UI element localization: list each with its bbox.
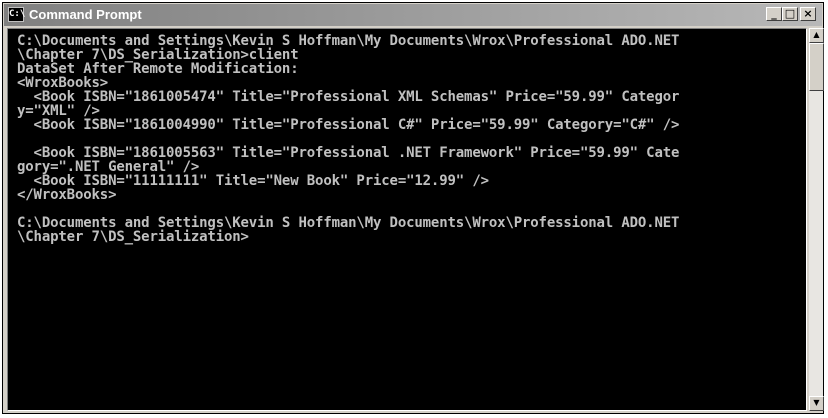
console-line: C:\Documents and Settings\Kevin S Hoffma… bbox=[17, 215, 680, 231]
console-line: </WroxBooks> bbox=[17, 187, 117, 203]
maximize-button[interactable]: □ bbox=[782, 7, 798, 21]
console-line: <Book ISBN="1861005563" Title="Professio… bbox=[17, 145, 680, 161]
window-title: Command Prompt bbox=[29, 7, 142, 22]
scroll-down-arrow-icon[interactable]: ▼ bbox=[809, 396, 824, 411]
console-line: gory=".NET General" /> bbox=[17, 159, 200, 175]
title-bar[interactable]: C:\ Command Prompt _ □ × bbox=[4, 4, 822, 26]
console-line: DataSet After Remote Modification: bbox=[17, 61, 299, 77]
close-button[interactable]: × bbox=[800, 7, 816, 21]
console-output[interactable]: C:\Documents and Settings\Kevin S Hoffma… bbox=[7, 28, 807, 411]
console-line: <WroxBooks> bbox=[17, 75, 109, 91]
console-line: \Chapter 7\DS_Serialization>client bbox=[17, 47, 299, 63]
scroll-up-arrow-icon[interactable]: ▲ bbox=[809, 28, 824, 43]
console-line: C:\Documents and Settings\Kevin S Hoffma… bbox=[17, 33, 680, 49]
console-line: <Book ISBN="11111111" Title="New Book" P… bbox=[17, 173, 489, 189]
command-prompt-window: C:\ Command Prompt _ □ × C:\Documents an… bbox=[2, 2, 824, 414]
console-line: \Chapter 7\DS_Serialization> bbox=[17, 229, 249, 245]
console-line: <Book ISBN="1861005474" Title="Professio… bbox=[17, 89, 680, 105]
minimize-button[interactable]: _ bbox=[766, 7, 782, 21]
console-line: <Book ISBN="1861004990" Title="Professio… bbox=[17, 117, 680, 133]
command-prompt-icon[interactable]: C:\ bbox=[8, 7, 25, 22]
console-line: y="XML" /> bbox=[17, 103, 100, 119]
scroll-thumb[interactable] bbox=[809, 43, 824, 91]
vertical-scrollbar[interactable]: ▲ ▼ bbox=[808, 28, 824, 411]
